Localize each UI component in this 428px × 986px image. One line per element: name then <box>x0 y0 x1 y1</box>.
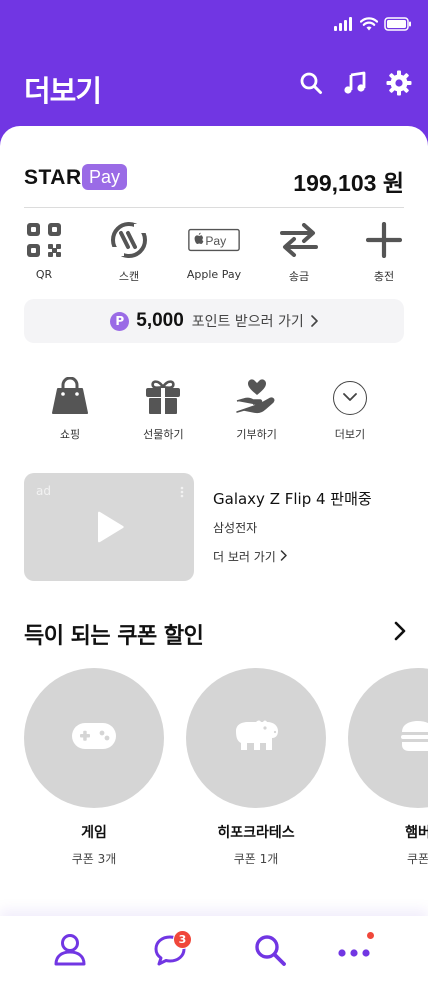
coupon-image <box>24 668 164 808</box>
chat-badge: 3 <box>173 930 192 949</box>
shopping-bag-icon <box>46 376 94 416</box>
coupon-image <box>348 668 428 808</box>
gift-icon <box>139 376 187 416</box>
battery-icon <box>384 16 412 35</box>
notification-dot <box>367 932 374 939</box>
search-icon <box>253 933 287 971</box>
nav-profile[interactable] <box>50 932 90 972</box>
coupon-section-header: 득이 되는 쿠폰 할인 <box>24 618 406 649</box>
gift-button[interactable]: 선물하기 <box>123 376 203 442</box>
qr-label: QR <box>35 268 53 281</box>
coupon-image <box>186 668 326 808</box>
pay-balance[interactable]: 199,103 원 <box>293 164 404 198</box>
ad-video-thumbnail[interactable]: ad <box>24 473 194 581</box>
coupon-section-title: 득이 되는 쿠폰 할인 <box>24 624 204 649</box>
charge-label: 충전 <box>373 270 395 283</box>
scan-label: 스캔 <box>118 270 140 283</box>
transfer-icon <box>273 222 325 258</box>
pay-actions: QR 스캔 Pay Apple Pay 송금 충전 <box>12 222 416 284</box>
coupon-count: 쿠폰 3개 <box>71 852 117 866</box>
status-icons <box>334 16 412 35</box>
hippo-icon <box>232 719 280 757</box>
more-services-button[interactable]: 더보기 <box>310 376 390 442</box>
gear-icon <box>386 70 412 100</box>
wifi-icon <box>359 16 379 35</box>
donate-label: 기부하기 <box>236 428 277 441</box>
play-icon[interactable] <box>96 509 126 549</box>
charge-button[interactable]: 충전 <box>352 222 416 284</box>
qr-button[interactable]: QR <box>12 222 76 284</box>
nav-more[interactable] <box>334 932 374 972</box>
apple-pay-button[interactable]: Pay Apple Pay <box>182 222 246 284</box>
signal-icon <box>334 16 354 35</box>
main-sheet: STAR Pay 199,103 원 QR 스캔 Pay Apple Pay 송… <box>0 126 428 916</box>
star-pay-row: STAR Pay 199,103 원 <box>24 164 404 196</box>
points-text: 포인트 받으러 가기 <box>191 314 304 330</box>
gamepad-icon <box>71 722 117 754</box>
plus-icon <box>358 222 410 258</box>
ad-brand: 삼성전자 <box>213 521 258 535</box>
nav-search[interactable] <box>250 932 290 972</box>
shopping-button[interactable]: 쇼핑 <box>30 376 110 442</box>
search-button[interactable] <box>296 70 326 100</box>
scan-icon <box>103 222 155 258</box>
more-icon <box>337 943 371 962</box>
ad-tag: ad <box>36 484 51 498</box>
more-services-label: 더보기 <box>334 428 366 441</box>
donate-heart-icon <box>233 376 281 416</box>
ad-info: Galaxy Z Flip 4 판매중 삼성전자 더 보러 가기 <box>213 488 372 565</box>
ad-link[interactable]: 더 보러 가기 <box>213 548 372 565</box>
settings-button[interactable] <box>384 70 414 100</box>
coupon-card-game[interactable]: 게임 쿠폰 3개 <box>24 668 164 867</box>
ad-link-label: 더 보러 가기 <box>213 550 276 564</box>
coupon-name: 햄버 <box>405 825 428 841</box>
donate-button[interactable]: 기부하기 <box>217 376 297 442</box>
chevron-right-icon[interactable] <box>394 621 406 645</box>
header-actions <box>296 70 414 100</box>
music-button[interactable] <box>340 70 370 100</box>
transfer-label: 송금 <box>288 270 310 283</box>
chevron-right-icon <box>310 312 318 331</box>
nav-chat[interactable]: 3 <box>150 930 192 972</box>
coupon-card-hippocrates[interactable]: 히포크라테스 쿠폰 1개 <box>186 668 326 867</box>
page-title: 더보기 <box>24 74 102 108</box>
bottom-nav: 3 <box>0 916 428 986</box>
gift-label: 선물하기 <box>143 428 184 441</box>
coupon-carousel[interactable]: 게임 쿠폰 3개 히포크라테스 쿠폰 1개 햄버 쿠폰 <box>24 668 428 868</box>
search-icon <box>299 71 323 99</box>
scan-button[interactable]: 스캔 <box>97 222 161 284</box>
shopping-label: 쇼핑 <box>59 428 81 441</box>
divider <box>24 207 404 208</box>
point-coin-icon: P <box>110 311 130 331</box>
chevron-down-icon <box>332 380 367 415</box>
music-icon <box>343 71 367 99</box>
svg-text:Pay: Pay <box>205 234 227 248</box>
kebab-menu-icon[interactable] <box>180 483 184 502</box>
status-bar <box>0 0 428 50</box>
star-pay-logo-text: STAR <box>24 166 82 189</box>
profile-icon <box>53 933 87 971</box>
apple-pay-icon: Pay <box>188 222 240 258</box>
coupon-card-burger[interactable]: 햄버 쿠폰 <box>348 668 428 867</box>
ad-title: Galaxy Z Flip 4 판매중 <box>213 490 372 508</box>
coupon-name: 게임 <box>81 825 107 841</box>
service-menu: 쇼핑 선물하기 기부하기 더보기 <box>30 376 390 442</box>
points-banner[interactable]: P 5,000 포인트 받으러 가기 <box>24 299 404 343</box>
apple-pay-label: Apple Pay <box>186 268 242 281</box>
qr-icon <box>18 222 70 258</box>
coupon-count: 쿠폰 1개 <box>233 852 279 866</box>
transfer-button[interactable]: 송금 <box>267 222 331 284</box>
more-services-icon-wrap <box>326 376 374 416</box>
header: 더보기 <box>0 62 428 112</box>
burger-icon <box>400 720 428 756</box>
star-pay-logo-badge: Pay <box>82 164 128 190</box>
coupon-count: 쿠폰 <box>406 852 428 866</box>
chevron-right-icon <box>280 549 287 564</box>
coupon-name: 히포크라테스 <box>217 825 295 841</box>
points-amount: 5,000 <box>136 310 184 331</box>
